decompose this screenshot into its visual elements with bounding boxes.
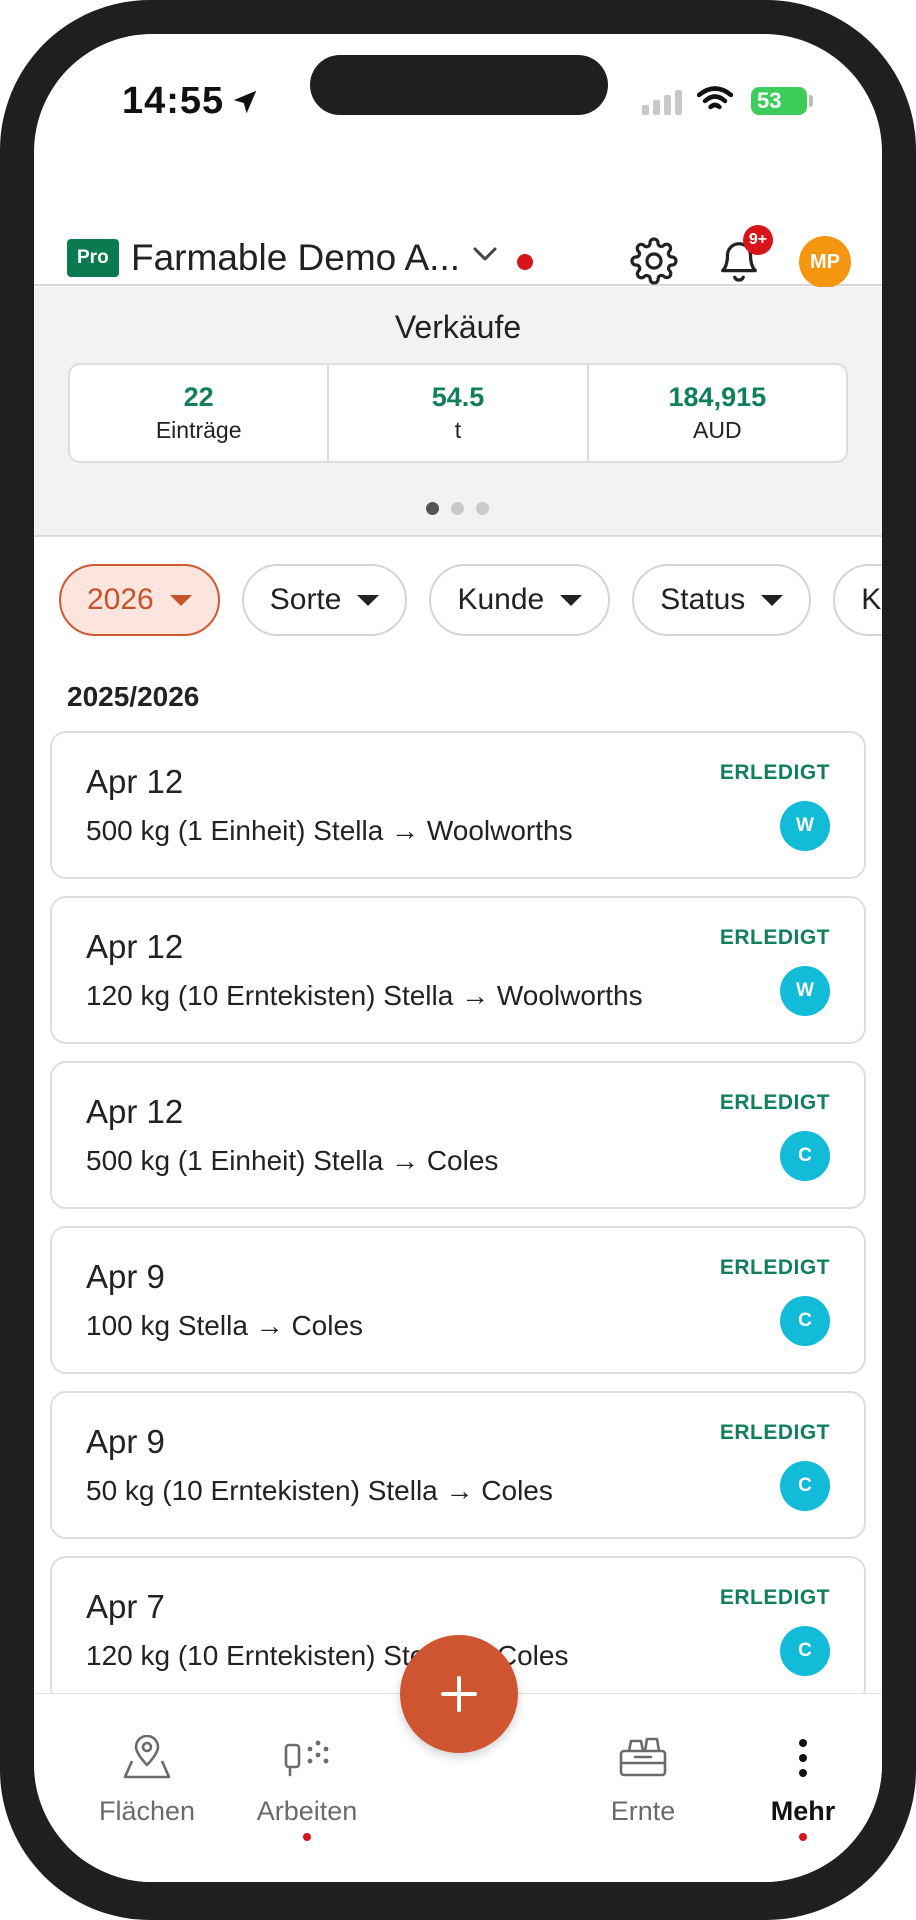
sale-status: ERLEDIGT: [719, 761, 830, 784]
sale-card[interactable]: Apr 9 50 kg (10 Erntekisten) Stella → Co…: [50, 1391, 866, 1539]
nav-label: Mehr: [770, 1796, 836, 1826]
nav-label: Arbeiten: [256, 1796, 358, 1826]
spray-icon: [282, 1734, 332, 1782]
stat-value: 22: [183, 382, 214, 412]
status-time-text: 14:55: [122, 80, 225, 122]
sale-date: Apr 12: [86, 763, 184, 800]
battery-level: 53: [757, 88, 782, 113]
sale-date: Apr 12: [86, 1093, 184, 1130]
gear-icon[interactable]: [630, 237, 678, 285]
nav-label: Ernte: [610, 1796, 676, 1826]
nav-label: Flächen: [98, 1796, 196, 1826]
chevron-down-icon[interactable]: [472, 246, 498, 264]
customer-avatar: W: [780, 801, 830, 851]
sale-status: ERLEDIGT: [719, 1091, 830, 1114]
dynamic-island: [310, 55, 608, 115]
stat-value: 184,915: [668, 382, 767, 412]
stat-unit: AUD: [693, 417, 742, 443]
sale-status: ERLEDIGT: [719, 926, 830, 949]
add-sale-button[interactable]: [400, 1635, 518, 1753]
customer-avatar: C: [780, 1626, 830, 1676]
sale-date: Apr 12: [86, 928, 184, 965]
caret-down-icon: [357, 594, 380, 606]
battery-tip: [809, 95, 813, 107]
sale-status: ERLEDIGT: [719, 1586, 830, 1609]
farm-selector[interactable]: Farmable Demo A...: [131, 237, 460, 279]
pro-badge: Pro: [67, 239, 119, 277]
caret-down-icon: [169, 594, 192, 606]
sale-card[interactable]: Apr 9 100 kg Stella → Coles ERLEDIGT C: [50, 1226, 866, 1374]
page-dot-2[interactable]: [451, 502, 464, 515]
filter-label: Kult: [861, 583, 882, 616]
stat-entries: 22 Einträge: [70, 365, 330, 461]
caret-down-icon: [761, 594, 784, 606]
notification-badge: 9+: [743, 225, 773, 255]
sale-card[interactable]: Apr 12 120 kg (10 Erntekisten) Stella → …: [50, 896, 866, 1044]
filter-year[interactable]: 2026: [59, 564, 220, 636]
sale-description: 100 kg Stella → Coles: [86, 1310, 364, 1341]
sale-date: Apr 9: [86, 1258, 165, 1295]
customer-avatar: C: [780, 1461, 830, 1511]
wifi-icon: [697, 86, 733, 110]
sale-description: 500 kg (1 Einheit) Stella → Woolworths: [86, 815, 573, 846]
more-vertical-icon: [796, 1734, 810, 1782]
filter-label: Status: [660, 583, 746, 616]
nav-item-flaechen[interactable]: Flächen: [72, 1694, 222, 1827]
sale-status: ERLEDIGT: [719, 1421, 830, 1444]
location-arrow-icon: [233, 90, 257, 114]
app-header: Pro Farmable Demo A... 9+ MP: [34, 184, 882, 288]
customer-avatar: C: [780, 1131, 830, 1181]
page-indicator[interactable]: [426, 502, 489, 515]
battery-icon: 53: [751, 87, 807, 115]
sale-description: 50 kg (10 Erntekisten) Stella → Coles: [86, 1475, 553, 1506]
filter-label: Kunde: [457, 583, 545, 616]
sale-description: 120 kg (10 Erntekisten) Stella → Woolwor…: [86, 980, 643, 1011]
filter-crop[interactable]: Kult: [833, 564, 882, 636]
stat-weight: 54.5 t: [329, 365, 589, 461]
sale-description: 500 kg (1 Einheit) Stella → Coles: [86, 1145, 499, 1176]
sale-card[interactable]: Apr 12 500 kg (1 Einheit) Stella → Coles…: [50, 1061, 866, 1209]
map-pin-icon: [122, 1734, 172, 1782]
sales-list: Apr 12 500 kg (1 Einheit) Stella → Woolw…: [50, 731, 866, 1721]
customer-avatar: W: [780, 966, 830, 1016]
sale-status: ERLEDIGT: [719, 1256, 830, 1279]
plus-icon: [441, 1676, 477, 1712]
filter-customer[interactable]: Kunde: [429, 564, 611, 636]
filter-bar: 2026 Sorte Kunde Status Kult: [59, 564, 882, 636]
page-dot-1[interactable]: [426, 502, 439, 515]
caret-down-icon: [560, 594, 583, 606]
nav-item-arbeiten[interactable]: Arbeiten: [232, 1694, 382, 1841]
device-frame: 14:55 53 Pro Farmable Demo A... 9+ MP Ve…: [0, 0, 916, 1920]
filter-label: Sorte: [269, 583, 342, 616]
stat-unit: Einträge: [155, 417, 242, 443]
app-screen: 14:55 53 Pro Farmable Demo A... 9+ MP Ve…: [34, 34, 882, 1882]
customer-avatar: C: [780, 1296, 830, 1346]
filter-variety[interactable]: Sorte: [241, 564, 408, 636]
sale-card[interactable]: Apr 12 500 kg (1 Einheit) Stella → Woolw…: [50, 731, 866, 879]
season-heading: 2025/2026: [67, 681, 200, 712]
nav-notification-dot: [799, 1833, 807, 1841]
filter-status[interactable]: Status: [632, 564, 812, 636]
summary-title: Verkäufe: [394, 309, 522, 345]
nav-notification-dot: [303, 1833, 311, 1841]
sales-summary: Verkäufe 22 Einträge 54.5 t 184,915 AUD: [34, 287, 882, 537]
nav-item-ernte[interactable]: Ernte: [568, 1694, 718, 1827]
cellular-signal-icon: [642, 90, 682, 115]
stat-revenue: 184,915 AUD: [589, 365, 846, 461]
nav-item-mehr[interactable]: Mehr: [728, 1694, 878, 1841]
sale-date: Apr 9: [86, 1423, 165, 1460]
status-time: 14:55: [122, 80, 260, 123]
sync-status-dot: [517, 254, 533, 270]
stat-value: 54.5: [431, 382, 485, 412]
filter-label: 2026: [87, 583, 154, 616]
harvest-crate-icon: [617, 1734, 669, 1782]
sale-date: Apr 7: [86, 1588, 165, 1625]
summary-stats[interactable]: 22 Einträge 54.5 t 184,915 AUD: [68, 363, 848, 463]
stat-unit: t: [454, 417, 462, 443]
page-dot-3[interactable]: [476, 502, 489, 515]
user-avatar[interactable]: MP: [799, 236, 851, 288]
